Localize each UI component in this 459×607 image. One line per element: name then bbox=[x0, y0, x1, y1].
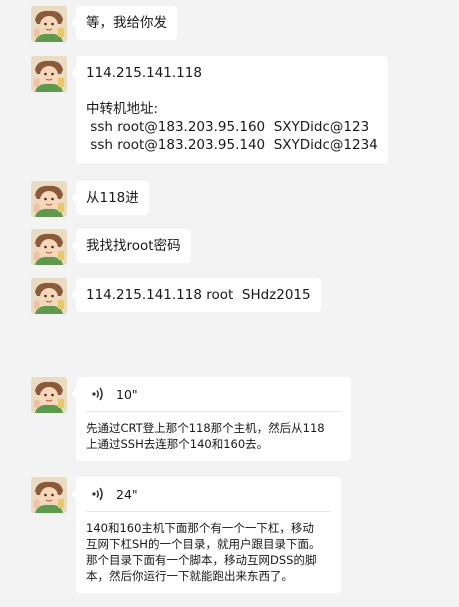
voice-transcript: 先通过CRT登上那个118那个主机，然后从118 上通过SSH去连那个140和1… bbox=[86, 421, 325, 451]
message-row: 10" 先通过CRT登上那个118那个主机，然后从118 上通过SSH去连那个1… bbox=[31, 377, 351, 461]
message-row: 等，我给你发 bbox=[31, 6, 177, 42]
cartoon-avatar-icon bbox=[31, 278, 67, 314]
message-row: 24" 140和160主机下面那个有一个一下杠，移动 互网下杠SH的一个目录，就… bbox=[31, 477, 341, 593]
message-bubble[interactable]: 等，我给你发 bbox=[71, 6, 177, 40]
cartoon-avatar-icon bbox=[31, 56, 67, 92]
voice-duration: 24" bbox=[116, 486, 138, 502]
voice-player[interactable]: 24" bbox=[86, 477, 331, 512]
message-row: 从118进 bbox=[31, 181, 149, 217]
voice-duration: 10" bbox=[116, 386, 138, 402]
message-bubble[interactable]: 114.215.141.118 root SHdz2015 bbox=[71, 278, 321, 312]
voice-wave-icon bbox=[92, 487, 103, 501]
message-bubble[interactable]: 我找找root密码 bbox=[71, 229, 191, 263]
cartoon-avatar-icon bbox=[31, 477, 67, 513]
avatar[interactable] bbox=[31, 56, 67, 92]
cartoon-avatar-icon bbox=[31, 377, 67, 413]
voice-message-bubble[interactable]: 24" 140和160主机下面那个有一个一下杠，移动 互网下杠SH的一个目录，就… bbox=[71, 477, 341, 593]
cartoon-avatar-icon bbox=[31, 6, 67, 42]
message-row: 114.215.141.118 root SHdz2015 bbox=[31, 278, 321, 314]
voice-transcript: 140和160主机下面那个有一个一下杠，移动 互网下杠SH的一个目录，就用户跟目… bbox=[86, 521, 321, 583]
cartoon-avatar-icon bbox=[31, 229, 67, 265]
avatar[interactable] bbox=[31, 477, 67, 513]
message-bubble[interactable]: 从118进 bbox=[71, 181, 149, 215]
voice-player[interactable]: 10" bbox=[86, 377, 341, 412]
message-row: 114.215.141.118 中转机地址: ssh root@183.203.… bbox=[31, 56, 388, 163]
avatar[interactable] bbox=[31, 181, 67, 217]
voice-wave-icon bbox=[92, 387, 103, 401]
avatar[interactable] bbox=[31, 377, 67, 413]
message-bubble[interactable]: 114.215.141.118 中转机地址: ssh root@183.203.… bbox=[71, 56, 388, 163]
avatar[interactable] bbox=[31, 6, 67, 42]
voice-message-bubble[interactable]: 10" 先通过CRT登上那个118那个主机，然后从118 上通过SSH去连那个1… bbox=[71, 377, 351, 461]
avatar[interactable] bbox=[31, 229, 67, 265]
avatar[interactable] bbox=[31, 278, 67, 314]
message-row: 我找找root密码 bbox=[31, 229, 191, 265]
cartoon-avatar-icon bbox=[31, 181, 67, 217]
